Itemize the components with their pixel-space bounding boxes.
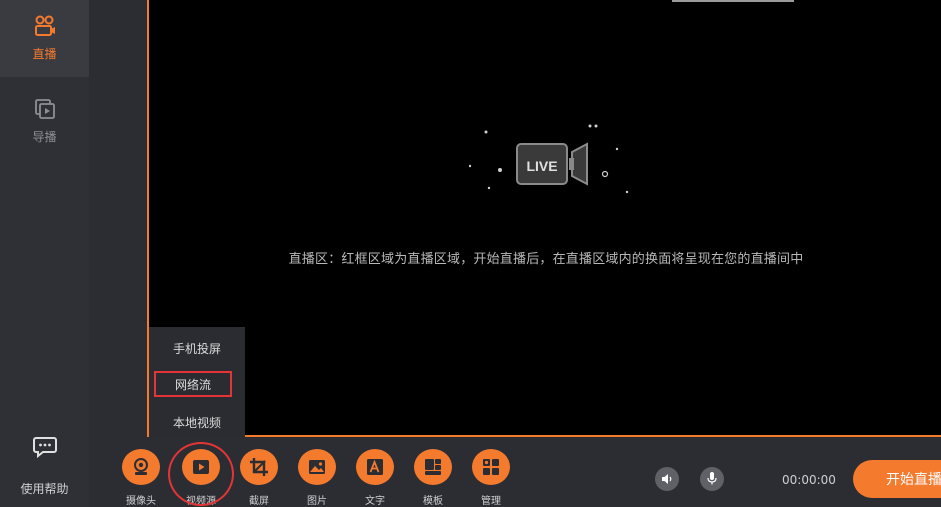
text-tool-label: 文字: [365, 496, 385, 507]
template-icon: [414, 449, 452, 485]
video-play-icon: [182, 449, 220, 485]
nav-live[interactable]: 直播: [0, 0, 89, 77]
screenshot-tool-label: 截屏: [249, 496, 269, 507]
speaker-button[interactable]: [655, 467, 679, 491]
director-icon: [34, 98, 56, 124]
template-tool[interactable]: 模板: [406, 449, 460, 507]
live-badge-text: LIVE: [526, 158, 557, 174]
webcam-icon: [122, 449, 160, 485]
video-source-tool[interactable]: 视频源: [174, 449, 228, 507]
microphone-icon: [706, 470, 718, 489]
speaker-icon: [661, 470, 673, 489]
microphone-button[interactable]: [700, 467, 724, 491]
sidebar: 直播 导播 使用帮助: [0, 0, 89, 507]
nav-live-label: 直播: [32, 47, 57, 61]
live-preview-area: LIVE 直播区：红框区域为直播区域，开始直播后，在直播区域内的换面将呈现在您的…: [147, 0, 941, 437]
nav-guide-label: 导播: [32, 129, 57, 144]
help-label: 使用帮助: [20, 482, 69, 496]
menu-item-phone-cast[interactable]: 手机投屏: [149, 330, 245, 366]
text-icon: [356, 449, 394, 485]
live-area-hint: 直播区：红框区域为直播区域，开始直播后，在直播区域内的换面将呈现在您的直播间中: [288, 252, 804, 267]
menu-item-local-video[interactable]: 本地视频: [149, 404, 245, 440]
camera-tool[interactable]: 摄像头: [114, 449, 168, 507]
camera-tool-label: 摄像头: [126, 496, 156, 507]
help-button[interactable]: 使用帮助: [0, 428, 89, 507]
screenshot-tool[interactable]: 截屏: [232, 449, 286, 507]
video-source-tool-label: 视频源: [186, 496, 216, 507]
manage-tool[interactable]: 管理: [464, 449, 518, 507]
menu-item-network-stream[interactable]: 网络流: [154, 371, 232, 397]
live-timer: 00:00:00: [782, 473, 836, 487]
camera-icon: [34, 15, 56, 41]
video-source-menu: 手机投屏 网络流 本地视频: [149, 327, 245, 438]
manage-grid-icon: [472, 449, 510, 485]
image-tool[interactable]: 图片: [290, 449, 344, 507]
bottom-toolbar: 摄像头 视频源 截屏 图片 文字 模板 管理 00:00:00 开始直播: [89, 437, 941, 507]
nav-guide[interactable]: 导播: [0, 86, 89, 156]
image-icon: [298, 449, 336, 485]
text-tool[interactable]: 文字: [348, 449, 402, 507]
template-tool-label: 模板: [423, 496, 443, 507]
live-camera-logo: LIVE: [468, 118, 639, 202]
chat-help-icon: [32, 436, 57, 462]
top-edge-marker: [672, 0, 794, 2]
crop-icon: [240, 449, 278, 485]
image-tool-label: 图片: [307, 496, 327, 507]
manage-tool-label: 管理: [481, 496, 501, 507]
start-live-button[interactable]: 开始直播: [853, 460, 941, 498]
